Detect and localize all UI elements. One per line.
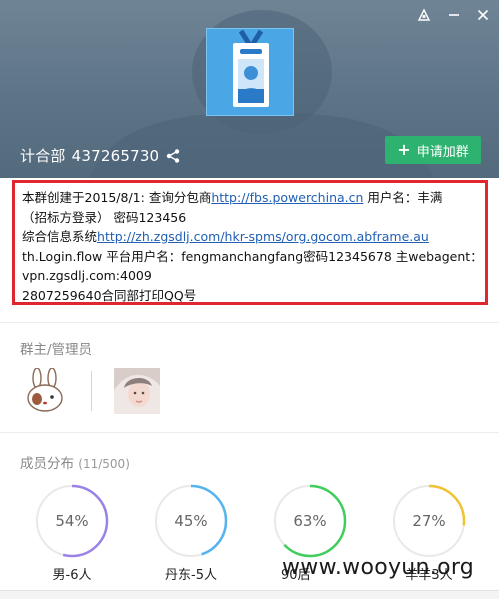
admin-avatar[interactable] — [114, 368, 160, 414]
stat-label: 男-6人 — [52, 568, 92, 583]
group-id: 437265730 — [71, 146, 160, 165]
stat-label: 丹东-5人 — [165, 568, 217, 583]
close-icon[interactable] — [474, 6, 492, 24]
rabbit-icon — [22, 368, 68, 414]
notice-link-fbs[interactable]: http://fbs.powerchina.cn — [211, 190, 363, 205]
notice-line-5: vpn.zgsdlj.com:4009 — [22, 268, 152, 283]
members-section-title: 成员分布 (11/500) — [20, 452, 130, 472]
minimize-icon[interactable] — [445, 6, 463, 24]
notice-line-1: 本群创建于2015/8/1: 查询分包商http://fbs.powerchin… — [22, 190, 443, 205]
notice-line-3: 综合信息系统http://zh.zgsdlj.com/hkr-spms/org.… — [22, 229, 429, 244]
stat-percent: 54% — [55, 512, 89, 530]
stat-zodiac[interactable]: 27% — [392, 484, 466, 558]
id-badge-icon — [207, 29, 293, 115]
stat-percent: 45% — [174, 512, 208, 530]
group-header: 计合部 437265730 + 申请加群 — [0, 0, 499, 178]
stat-region[interactable]: 45% — [154, 484, 228, 558]
divider — [0, 432, 499, 433]
divider — [0, 322, 499, 323]
notice-link-zh[interactable]: http://zh.zgsdlj.com/hkr-spms/org.gocom.… — [97, 229, 429, 244]
join-group-label: 申请加群 — [416, 144, 469, 160]
admin-separator — [91, 371, 92, 411]
watermark: www.wooyun.org — [282, 555, 475, 580]
stat-percent: 63% — [293, 512, 327, 530]
admins-section-title: 群主/管理员 — [20, 342, 93, 358]
notice-line-6: 2807259640合同部打印QQ号 — [22, 287, 197, 303]
notice-line-2: （招标方登录） 密码123456 — [22, 209, 187, 225]
settings-icon[interactable] — [415, 6, 433, 24]
stat-percent: 27% — [412, 512, 446, 530]
plus-icon: + — [397, 140, 411, 159]
stat-age[interactable]: 63% — [273, 484, 347, 558]
group-name: 计合部 — [20, 147, 66, 165]
group-notice: 本群创建于2015/8/1: 查询分包商http://fbs.powerchin… — [12, 180, 488, 305]
stat-gender[interactable]: 54% — [35, 484, 109, 558]
bottom-strip — [0, 590, 499, 599]
share-icon[interactable] — [165, 148, 181, 164]
group-title: 计合部 437265730 — [20, 145, 181, 166]
members-title: 成员分布 — [20, 456, 74, 472]
person-photo-icon — [114, 368, 160, 414]
group-avatar[interactable] — [206, 28, 294, 116]
notice-line-4: th.Login.flow 平台用户名：fengmanchangfang密码12… — [22, 248, 477, 264]
join-group-button[interactable]: + 申请加群 — [385, 136, 481, 164]
members-count: (11/500) — [78, 457, 130, 471]
owner-avatar[interactable] — [22, 368, 68, 414]
